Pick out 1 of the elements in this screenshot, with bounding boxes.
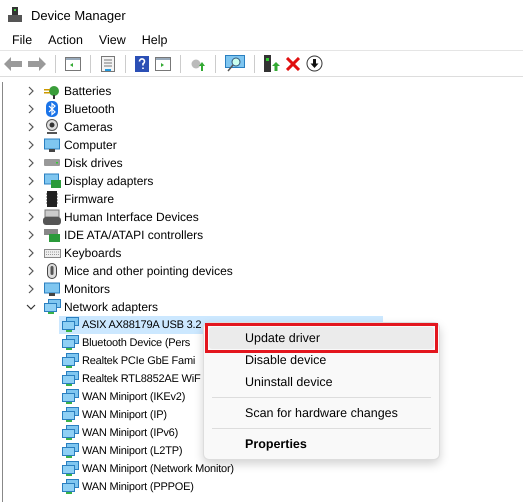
window-title: Device Manager [31, 8, 126, 22]
